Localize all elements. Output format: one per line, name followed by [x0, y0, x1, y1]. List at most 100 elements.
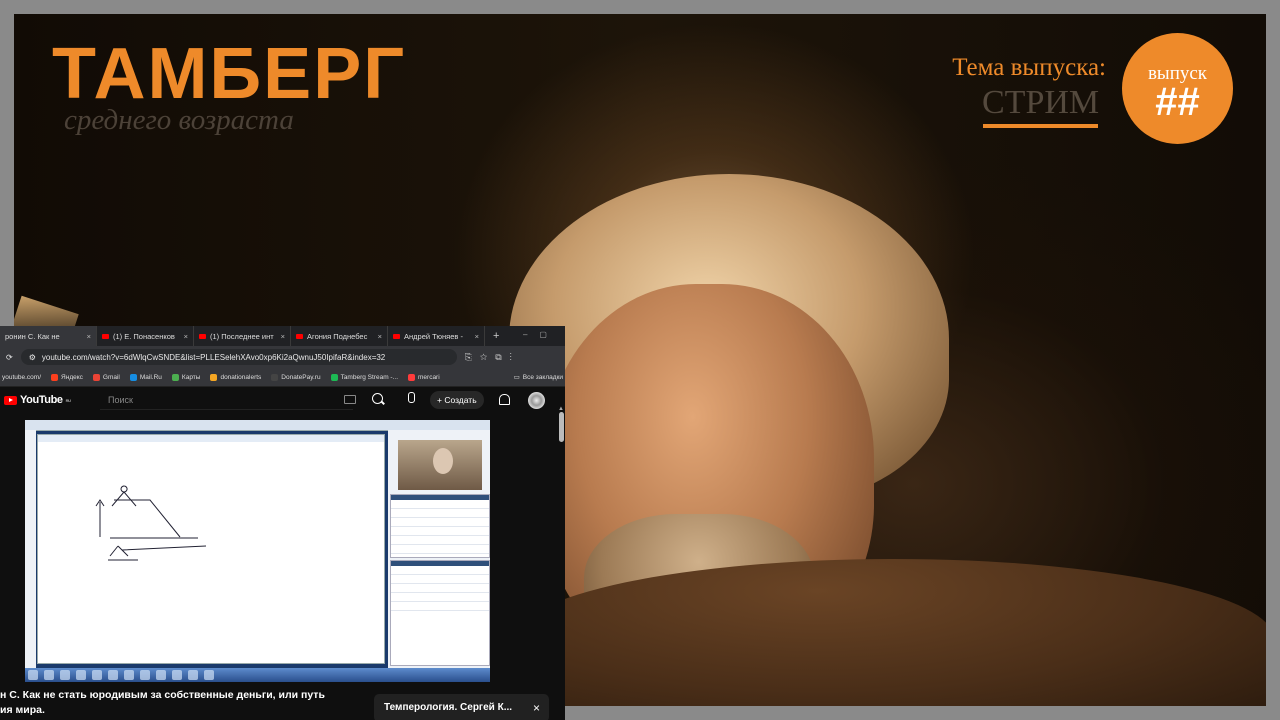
bookmark-label: Gmail [102, 373, 120, 381]
close-icon[interactable]: × [533, 694, 540, 720]
keyboard-icon[interactable] [344, 395, 356, 404]
episode-badge-number: ## [1155, 80, 1200, 124]
bookmarks-bar: youtube.com/ Яндекс Gmail Mail.Ru Карты … [0, 368, 565, 387]
tab-strip: ронин С. Как не × (1) Е. Понасенков × (1) … [0, 326, 565, 346]
bookmark-item[interactable]: mercari [408, 373, 440, 381]
close-icon[interactable]: × [378, 332, 382, 341]
close-icon[interactable]: × [281, 332, 285, 341]
video-webcam [398, 440, 482, 490]
all-bookmarks-label: Все закладки [522, 373, 563, 381]
miniplayer-popup[interactable]: Темперология. Сергей К... × [374, 694, 549, 720]
video-title-line: ия мира. [0, 704, 45, 716]
bookmark-label: Tamberg Stream -... [340, 373, 398, 381]
browser-tab[interactable]: (1) Е. Понасенков × [97, 326, 194, 346]
youtube-favicon-icon [199, 333, 206, 339]
maps-icon [171, 373, 179, 381]
new-tab-button[interactable]: + [485, 330, 507, 342]
whiteboard-titlebar [38, 435, 384, 442]
user-row [391, 518, 489, 527]
youtube-logo[interactable]: YouTube RU [4, 394, 71, 406]
video-chat-panel [390, 560, 490, 666]
bookmark-label: DonatePay.ru [281, 373, 321, 381]
tamberg-stream-icon [330, 373, 338, 381]
browser-tab[interactable]: ронин С. Как не × [0, 326, 97, 346]
youtube-favicon-icon [102, 333, 109, 339]
user-row [391, 527, 489, 536]
topic-value: СТРИМ [982, 84, 1100, 121]
create-button[interactable]: + Создать [430, 391, 484, 409]
address-actions-icon[interactable]: ⎘☆⧉⋮ [465, 352, 520, 363]
topic-label: Тема выпуска: [952, 54, 1106, 81]
search-input[interactable]: Поиск [100, 391, 353, 410]
bookmark-label: Карты [181, 373, 201, 381]
youtube-logo-text: YouTube [20, 394, 63, 406]
search-icon[interactable] [372, 393, 383, 404]
user-row [391, 545, 489, 554]
user-row [391, 500, 489, 509]
chat-row [391, 566, 489, 575]
video-users-panel [390, 494, 490, 558]
channel-logo-subtitle: среднего возраста [64, 104, 294, 136]
webcam-person [433, 448, 453, 474]
video-title-line: н С. Как не стать юродивым за собственны… [0, 689, 325, 701]
youtube-play-icon [4, 395, 17, 405]
video-app-sidebar [25, 430, 36, 668]
tab-label: Андрей Тюняев - [404, 331, 463, 341]
notifications-icon[interactable] [499, 394, 510, 405]
chat-row [391, 575, 489, 584]
tab-label: (1) Последнее инт [210, 331, 274, 341]
browser-tab[interactable]: Агония Поднебес × [291, 326, 388, 346]
bookmark-item[interactable]: Mail.Ru [129, 373, 162, 381]
window-controls[interactable]: –▢ [523, 330, 559, 339]
chat-row [391, 602, 489, 611]
bookmark-label: Mail.Ru [139, 373, 162, 381]
youtube-region: RU [65, 397, 71, 403]
url-text: youtube.com/watch?v=6dWlqCwSNDE&list=PLL… [41, 352, 386, 362]
bookmark-item[interactable]: DonatePay.ru [271, 373, 321, 381]
avatar[interactable] [528, 392, 545, 409]
topic-underline [983, 124, 1098, 128]
tab-label: (1) Е. Понасенков [113, 331, 175, 341]
address-bar-row: ⟳ ⚙ youtube.com/watch?v=6dWlqCwSNDE&list… [0, 346, 565, 368]
bookmark-item[interactable]: Яндекс [51, 373, 83, 381]
bookmark-item[interactable]: Tamberg Stream -... [330, 373, 398, 381]
all-bookmarks-button[interactable]: ▭ Все закладки [514, 373, 563, 382]
microphone-icon[interactable] [408, 392, 415, 403]
chat-row [391, 584, 489, 593]
bookmark-label: mercari [418, 373, 440, 381]
site-info-icon[interactable]: ⚙ [29, 353, 36, 362]
browser-tab[interactable]: Андрей Тюняев - × [388, 326, 485, 346]
close-icon[interactable]: × [184, 332, 188, 341]
scrollbar[interactable] [559, 412, 564, 442]
bookmark-item[interactable]: youtube.com/ [2, 374, 41, 381]
bookmark-item[interactable]: donationalerts [210, 373, 262, 381]
user-row [391, 536, 489, 545]
youtube-favicon-icon [393, 333, 400, 339]
donationalerts-icon [210, 373, 218, 381]
channel-logo: ТАМБЕРГ [52, 34, 407, 114]
video-title: н С. Как не стать юродивым за собственны… [0, 688, 360, 718]
close-icon[interactable]: × [87, 332, 91, 341]
video-whiteboard [37, 434, 385, 664]
bookmark-label: youtube.com/ [2, 373, 42, 381]
browser-window: ронин С. Как не × (1) Е. Понасенков × (1) … [0, 326, 565, 720]
reload-icon[interactable]: ⟳ [6, 353, 13, 362]
donatepay-icon [271, 373, 279, 381]
youtube-header: YouTube RU Поиск + Создать [0, 387, 565, 413]
bookmark-item[interactable]: Gmail [92, 373, 120, 381]
close-icon[interactable]: × [475, 332, 479, 341]
browser-tab[interactable]: (1) Последнее инт × [194, 326, 291, 346]
episode-badge: выпуск ## [1122, 33, 1233, 144]
popup-text: Темперология. Сергей К... [384, 702, 513, 713]
bookmark-label: donationalerts [220, 373, 262, 381]
whiteboard-drawing [95, 485, 207, 561]
youtube-favicon-icon [296, 333, 303, 339]
mercari-icon [408, 373, 415, 381]
tab-label: Агония Поднебес [307, 331, 368, 341]
chat-row [391, 593, 489, 602]
bookmark-item[interactable]: Карты [171, 373, 201, 381]
video-taskbar [25, 668, 490, 682]
bookmark-label: Яндекс [61, 373, 83, 381]
video-player[interactable] [25, 420, 490, 682]
url-field[interactable]: ⚙ youtube.com/watch?v=6dWlqCwSNDE&list=P… [20, 349, 457, 365]
